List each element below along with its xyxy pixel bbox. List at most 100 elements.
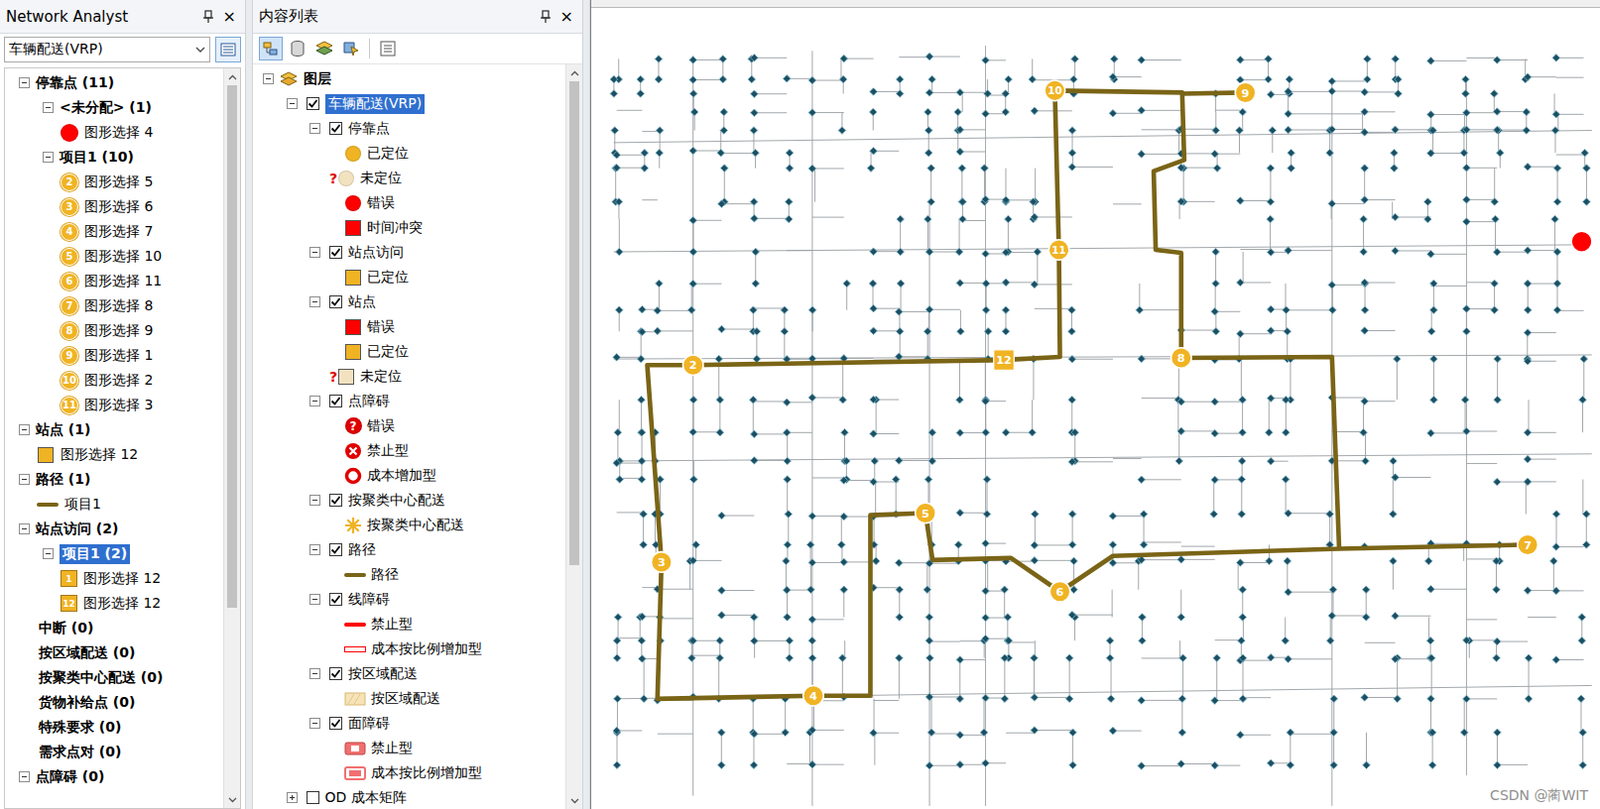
- expander[interactable]: [18, 771, 30, 783]
- layer-checkbox[interactable]: [329, 295, 343, 309]
- scroll-track[interactable]: [224, 85, 241, 792]
- layer-checkbox[interactable]: [329, 667, 343, 681]
- tree-row[interactable]: 1图形选择 12: [4, 566, 224, 592]
- toc-row[interactable]: 面障碍: [254, 711, 566, 737]
- tree-row[interactable]: 11图形选择 3: [4, 392, 224, 418]
- scroll-up-button[interactable]: [566, 64, 583, 82]
- toc-row[interactable]: 站点: [254, 289, 566, 315]
- solver-dropdown[interactable]: 车辆配送(VRP): [3, 36, 211, 63]
- expander[interactable]: [18, 474, 30, 486]
- scroll-thumb[interactable]: [227, 85, 238, 609]
- toolbar-button[interactable]: [339, 36, 364, 61]
- scroll-down-button[interactable]: [566, 792, 583, 809]
- toc-row[interactable]: 车辆配送(VRP): [254, 91, 566, 117]
- toc-row[interactable]: 禁止型: [254, 438, 566, 464]
- layer-checkbox[interactable]: [329, 493, 343, 507]
- layer-checkbox[interactable]: [306, 791, 320, 805]
- tree-row[interactable]: 12图形选择 12: [4, 591, 224, 616]
- toc-row[interactable]: 按聚类中心配送: [254, 512, 566, 538]
- tree-row[interactable]: 按聚类中心配送 (0): [4, 665, 224, 691]
- toc-row[interactable]: 站点访问: [254, 240, 566, 265]
- stop-marker[interactable]: 10: [1044, 80, 1066, 102]
- toc-row[interactable]: 按区域配送: [254, 661, 566, 687]
- tree-row[interactable]: 2图形选择 5: [4, 169, 224, 195]
- expander[interactable]: [309, 594, 321, 606]
- toc-row[interactable]: 成本按比例增加型: [254, 636, 566, 662]
- expander[interactable]: [262, 73, 274, 85]
- vertical-scrollbar[interactable]: [565, 64, 583, 809]
- tree-row[interactable]: 项目1: [4, 492, 224, 517]
- expander[interactable]: [42, 548, 54, 560]
- toc-row[interactable]: 时间冲突: [254, 215, 566, 241]
- toc-row[interactable]: 路径: [254, 562, 566, 588]
- toc-row[interactable]: 已定位: [254, 264, 566, 290]
- expander[interactable]: [286, 98, 298, 110]
- stop-marker[interactable]: 4: [803, 685, 825, 707]
- toc-row[interactable]: 停靠点: [254, 116, 566, 141]
- tree-row[interactable]: 图形选择 12: [4, 442, 224, 468]
- tree-row[interactable]: 点障碍 (0): [4, 764, 224, 790]
- tree-row[interactable]: 4图形选择 7: [4, 219, 224, 245]
- tree-row[interactable]: 9图形选择 1: [4, 343, 224, 369]
- toc-row[interactable]: 线障碍: [254, 587, 566, 613]
- toolbar-button[interactable]: [312, 36, 337, 61]
- tree-row[interactable]: 站点 (1): [4, 417, 224, 443]
- unassigned-stop-marker[interactable]: [1571, 231, 1593, 252]
- panel-splitter[interactable]: [245, 0, 253, 809]
- tree-row[interactable]: 5图形选择 10: [4, 244, 224, 269]
- toc-row[interactable]: 点障碍: [254, 388, 566, 414]
- toc-row[interactable]: 错误: [254, 314, 566, 340]
- toc-row[interactable]: 按区域配送: [254, 686, 566, 712]
- scroll-track[interactable]: [566, 81, 583, 793]
- expander[interactable]: [42, 102, 54, 114]
- expander[interactable]: [18, 523, 30, 535]
- toc-row[interactable]: 按聚类中心配送: [254, 488, 566, 513]
- expander[interactable]: [309, 123, 321, 134]
- scroll-up-button[interactable]: [224, 68, 241, 86]
- layer-checkbox[interactable]: [329, 593, 343, 607]
- scroll-thumb[interactable]: [569, 81, 580, 566]
- map-view[interactable]: 12234567891011CSDN @蔺WIT: [590, 0, 1600, 809]
- layer-checkbox[interactable]: [329, 246, 343, 259]
- toc-row[interactable]: 禁止型: [254, 612, 566, 637]
- analysis-window-button[interactable]: [215, 36, 242, 63]
- stop-marker[interactable]: 6: [1049, 581, 1071, 603]
- expander[interactable]: [309, 246, 321, 258]
- expander[interactable]: [309, 494, 321, 506]
- tree-row[interactable]: 站点访问 (2): [4, 516, 224, 542]
- stop-marker[interactable]: 2: [682, 355, 704, 376]
- toc-row[interactable]: 图层: [254, 66, 566, 92]
- toolbar-button[interactable]: [375, 36, 400, 61]
- close-button[interactable]: ×: [557, 8, 577, 25]
- layer-checkbox[interactable]: [306, 97, 320, 111]
- scroll-down-button[interactable]: [224, 791, 241, 809]
- tree-row[interactable]: 项目1 (2): [4, 541, 224, 567]
- toc-row[interactable]: 禁止型: [254, 736, 566, 761]
- close-button[interactable]: ×: [220, 8, 240, 25]
- panel-splitter[interactable]: [582, 0, 591, 809]
- toc-row[interactable]: ?未定位: [254, 364, 566, 389]
- toc-row[interactable]: OD 成本矩阵: [254, 785, 566, 809]
- stop-marker[interactable]: 11: [1048, 240, 1070, 261]
- layer-checkbox[interactable]: [329, 394, 343, 408]
- tree-row[interactable]: 需求点对 (0): [4, 739, 224, 765]
- toc-row[interactable]: ?错误: [254, 413, 566, 439]
- tree-row[interactable]: 停靠点 (11): [4, 70, 224, 96]
- tree-row[interactable]: 中断 (0): [4, 615, 224, 641]
- tree-row[interactable]: 项目1 (10): [4, 144, 224, 170]
- toc-row[interactable]: 路径: [254, 537, 566, 563]
- map-canvas[interactable]: 12234567891011CSDN @蔺WIT: [591, 7, 1600, 809]
- tree-row[interactable]: 路径 (1): [4, 467, 224, 493]
- expander[interactable]: [18, 424, 30, 436]
- tree-row[interactable]: <未分配> (1): [4, 95, 224, 121]
- toc-row[interactable]: 已定位: [254, 140, 566, 166]
- expander[interactable]: [309, 718, 321, 730]
- vertical-scrollbar[interactable]: [223, 68, 241, 809]
- tree-row[interactable]: 特殊要求 (0): [4, 715, 224, 740]
- layer-checkbox[interactable]: [329, 543, 343, 557]
- expander[interactable]: [286, 792, 298, 804]
- expander[interactable]: [42, 151, 54, 163]
- stop-marker[interactable]: 7: [1517, 534, 1539, 556]
- toc-row[interactable]: 错误: [254, 190, 566, 216]
- stop-marker[interactable]: 9: [1234, 82, 1256, 104]
